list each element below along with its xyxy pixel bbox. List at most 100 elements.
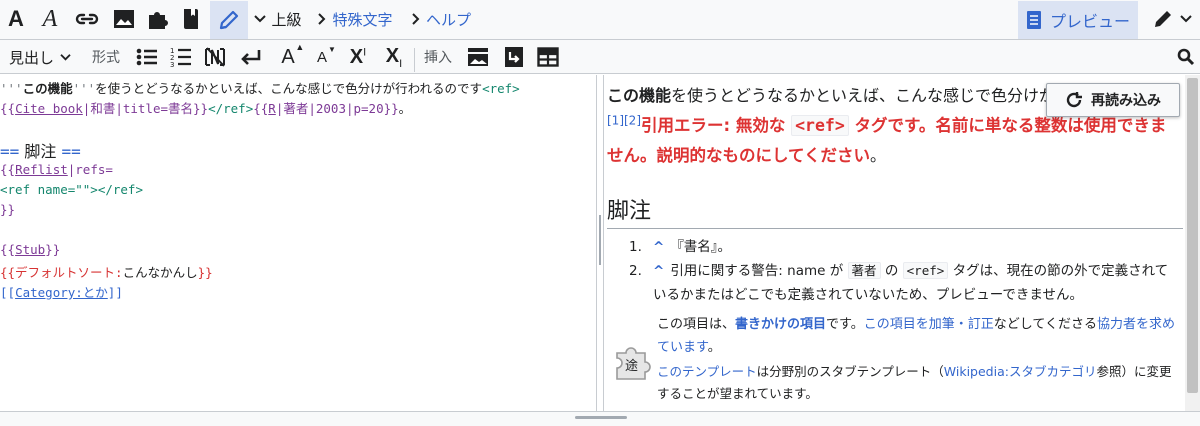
plain-text: 。 xyxy=(398,101,412,116)
note-text: は分野別のスタブテンプレート（ xyxy=(756,364,944,379)
template-name: R xyxy=(268,101,276,116)
reference-item: 1. ^ 『書名』。 xyxy=(629,235,1179,259)
special-chars-menu[interactable]: 特殊文字 xyxy=(310,0,400,38)
editor-line: == 脚注 == xyxy=(0,138,81,162)
editor-line: {{Cite book|和書|title=書名}}</ref>{{R|著者|20… xyxy=(0,98,411,117)
divider-grip[interactable] xyxy=(597,215,603,265)
puzzle-icon xyxy=(149,12,168,29)
link-button[interactable] xyxy=(70,0,104,38)
document-preview-icon xyxy=(1026,11,1041,29)
footnote-ref-1[interactable]: [1] xyxy=(607,114,624,128)
stub-category-link[interactable]: Wikipedia:スタブカテゴリ xyxy=(944,364,1097,379)
italic-button[interactable]: A xyxy=(34,0,66,38)
error-text: 引用エラー: 無効な xyxy=(641,116,792,135)
image-button[interactable] xyxy=(108,0,140,38)
template-params: |和書|title=書名}} xyxy=(82,101,209,116)
small-text-button[interactable]: A ▼ xyxy=(306,40,338,74)
link-icon xyxy=(75,13,99,25)
resize-handle[interactable] xyxy=(575,416,627,419)
italic-icon: A xyxy=(42,5,58,32)
ref-tag: <ref name=""></ref> xyxy=(0,182,143,197)
puzzle-button[interactable] xyxy=(142,0,174,38)
big-text-icon: A ▲ xyxy=(281,41,305,68)
template-brace: }} xyxy=(0,202,16,217)
superscript-mark: I xyxy=(363,45,367,58)
book-button[interactable] xyxy=(176,0,206,38)
backlink-caret[interactable]: ^ xyxy=(653,263,664,279)
heading-dropdown[interactable]: 見出し xyxy=(0,40,80,74)
table-button[interactable] xyxy=(532,40,564,74)
stub-icon-label: 途 xyxy=(625,358,638,374)
edit-article-link[interactable]: この項目を加筆・訂正 xyxy=(864,317,994,332)
nowiki-icon xyxy=(205,47,225,67)
edit-pencil-button[interactable] xyxy=(210,1,248,39)
superscript-label: X xyxy=(349,45,364,68)
template-brace: }} xyxy=(45,242,61,257)
edit-mode-menu[interactable] xyxy=(1144,0,1200,38)
small-text-icon: A ▼ xyxy=(316,44,336,66)
small-text-label: A xyxy=(316,48,327,66)
superscript-button[interactable]: XI xyxy=(342,40,374,74)
template-name: Stub xyxy=(15,242,46,257)
chevron-right-icon xyxy=(318,13,326,25)
heading-markup: == xyxy=(61,142,81,161)
advanced-menu[interactable]: 上級 xyxy=(250,0,306,38)
plain-text: を使うとどうなるかといえば、こんな感じで色分けが行われるのです xyxy=(95,81,483,96)
help-menu[interactable]: ヘルプ xyxy=(406,0,476,38)
heading-rule xyxy=(607,228,1183,229)
template-brace: {{ xyxy=(0,162,16,177)
preview-label: プレビュー xyxy=(1049,14,1130,31)
template-link[interactable]: このテンプレート xyxy=(657,364,757,379)
redirect-button[interactable] xyxy=(498,40,530,74)
superscript-icon: XI xyxy=(350,46,366,69)
reference-text: 『書名』。 xyxy=(670,239,732,255)
template-brace: {{ xyxy=(253,101,269,116)
editor-line: {{Stub}} xyxy=(0,242,60,257)
footnote-ref-2[interactable]: [2] xyxy=(624,114,641,128)
special-chars-label: 特殊文字 xyxy=(332,11,393,29)
template-brace: {{ xyxy=(0,101,16,116)
big-text-button[interactable]: A ▲ xyxy=(272,40,304,74)
bullet-list-button[interactable] xyxy=(132,40,162,74)
svg-text:3: 3 xyxy=(170,61,174,68)
help-label: ヘルプ xyxy=(425,11,471,29)
bold-button[interactable]: A xyxy=(0,0,32,38)
subscript-icon: XI xyxy=(386,45,402,70)
reload-button[interactable]: 再読み込み xyxy=(1046,83,1180,117)
editor-line: '''この機能'''を使うとどうなるかといえば、こんな感じで色分けが行われるので… xyxy=(0,78,520,97)
numbered-list-button[interactable]: 123 xyxy=(166,40,196,74)
search-replace-button[interactable] xyxy=(1172,40,1200,74)
numbered-list-icon: 123 xyxy=(170,47,191,68)
heading-label: 見出し xyxy=(8,49,54,67)
bold-icon: A xyxy=(8,6,24,31)
book-icon xyxy=(184,9,198,29)
wikitext-editor[interactable]: '''この機能'''を使うとどうなるかといえば、こんな感じで色分けが行われるので… xyxy=(0,75,596,411)
stub-template-note: このテンプレートは分野別のスタブテンプレート（Wikipedia:スタブカテゴリ… xyxy=(657,361,1177,405)
link-brace: ]] xyxy=(107,285,123,300)
preview-toggle[interactable]: プレビュー xyxy=(1018,1,1138,39)
big-text-label: A xyxy=(281,45,295,68)
subscript-label: X xyxy=(385,44,400,67)
reference-text: の xyxy=(880,263,903,279)
insert-label: 挿入 xyxy=(424,49,452,65)
gallery-button[interactable] xyxy=(462,40,494,74)
reference-number: 2. xyxy=(629,263,642,279)
stub-link[interactable]: 書きかけの項目 xyxy=(735,317,826,332)
template-brace: {{ xyxy=(0,242,16,257)
puzzle-piece-icon: 途 xyxy=(616,347,651,380)
scrollbar-thumb[interactable] xyxy=(1187,78,1198,393)
subscript-button[interactable]: XI xyxy=(378,40,410,74)
nowiki-button[interactable] xyxy=(200,40,230,74)
template-name: Cite book xyxy=(15,101,83,116)
stub-text: この項目は、 xyxy=(657,317,736,332)
reload-label: 再読み込み xyxy=(1091,93,1161,109)
bullet-list-icon xyxy=(136,48,157,66)
editor-line: {{Reflist|refs= xyxy=(0,162,113,177)
error-code: <ref> xyxy=(791,115,849,136)
stub-message: この項目は、書きかけの項目です。この項目を加筆・訂正などしてくださる協力者を求め… xyxy=(657,313,1177,359)
backlink-caret[interactable]: ^ xyxy=(653,239,664,255)
magic-word: }} xyxy=(197,265,213,280)
link-brace: [[ xyxy=(0,285,16,300)
newline-button[interactable] xyxy=(236,40,266,74)
bold-markup: ''' xyxy=(72,81,96,96)
